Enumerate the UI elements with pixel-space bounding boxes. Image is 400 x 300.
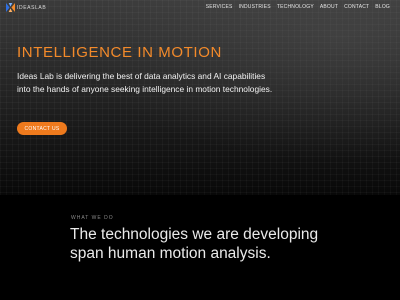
hero-background-glow (0, 0, 400, 195)
nav-item-technology[interactable]: TECHNOLOGY (277, 4, 314, 10)
nav-item-contact[interactable]: CONTACT (344, 4, 369, 10)
nav-item-about[interactable]: ABOUT (320, 4, 338, 10)
logo-mark-icon (6, 3, 15, 12)
logo[interactable]: IDEASLAB (6, 3, 46, 12)
top-navigation-bar: IDEASLAB SERVICES INDUSTRIES TECHNOLOGY … (0, 0, 400, 15)
contact-us-button[interactable]: CONTACT US (17, 122, 67, 135)
section-label: WHAT WE DO (71, 215, 114, 221)
nav-item-services[interactable]: SERVICES (206, 4, 233, 10)
page: IDEASLAB SERVICES INDUSTRIES TECHNOLOGY … (0, 0, 400, 300)
section-heading: The technologies we are developing span … (70, 226, 319, 262)
hero-description: Ideas Lab is delivering the best of data… (17, 71, 273, 94)
hero-section: IDEASLAB SERVICES INDUSTRIES TECHNOLOGY … (0, 0, 400, 195)
nav-item-blog[interactable]: BLOG (375, 4, 390, 10)
logo-text: IDEASLAB (17, 4, 47, 11)
main-nav: SERVICES INDUSTRIES TECHNOLOGY ABOUT CON… (206, 4, 390, 10)
nav-item-industries[interactable]: INDUSTRIES (239, 4, 271, 10)
hero-title: INTELLIGENCE IN MOTION (17, 44, 222, 61)
